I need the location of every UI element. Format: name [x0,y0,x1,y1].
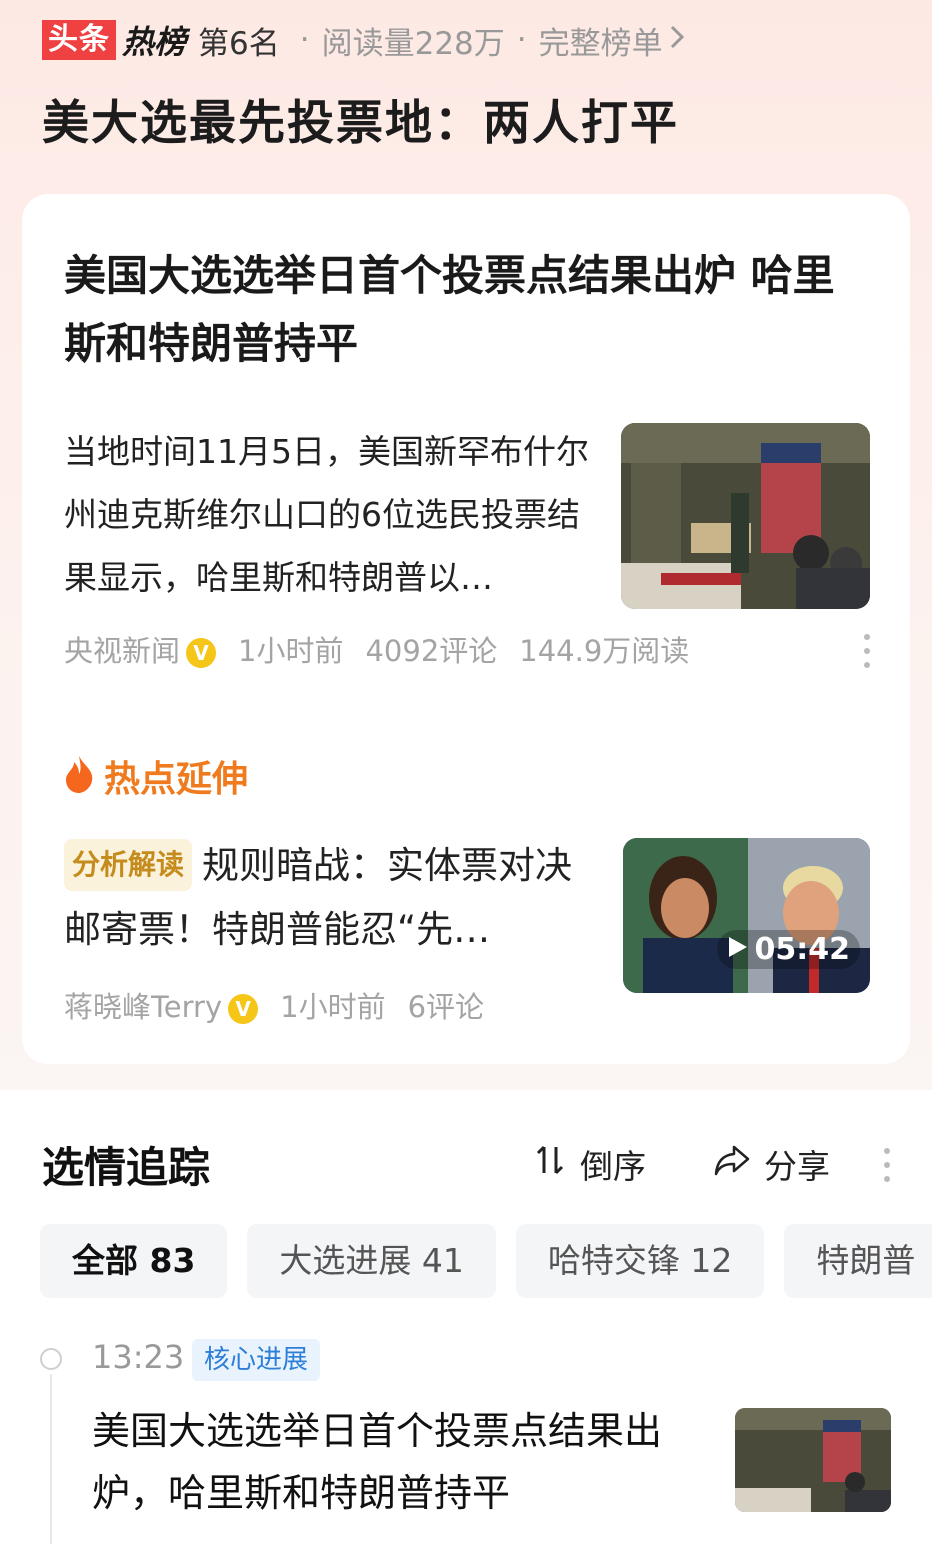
comment-count: 4092评论 [365,634,498,668]
verified-icon: V [228,994,259,1024]
separator-dot: · [299,22,310,58]
hot-rank-bar[interactable]: 头条 热榜 第6名 · 阅读量228万 · 完整榜单 [42,18,685,62]
hot-extension-label: 热点延伸 [104,759,249,800]
analysis-tag: 分析解读 [64,839,193,891]
separator-dot: · [516,22,527,58]
tracking-title: 选情追踪 [42,1143,211,1192]
share-icon [712,1143,752,1185]
extension-meta: 蒋晓峰Terry V 1小时前 6评论 [64,984,484,1026]
read-count: 阅读量228万 [321,25,505,62]
more-options-icon[interactable] [864,634,870,668]
timeline-line [50,1374,52,1544]
verified-icon: V [186,638,217,668]
rank-position: 第6名 [198,25,280,62]
author-name[interactable]: 蒋晓峰Terry V [64,984,259,1026]
tracking-actions: 倒序 分享 [522,1140,830,1188]
article-thumbnail[interactable] [621,423,870,609]
timeline-dot [40,1348,62,1370]
play-icon [727,932,749,967]
chip-all[interactable]: 全部 83 [40,1224,228,1298]
article-title[interactable]: 美国大选选举日首个投票点结果出炉 哈里斯和特朗普持平 [64,242,864,378]
hot-topic-title: 美大选最先投票地：两人打平 [42,96,679,151]
rank-meta: · 阅读量228万 · 完整榜单 [288,18,685,63]
hot-list-logo: 热榜 [122,23,187,61]
read-count: 144.9万阅读 [519,634,690,668]
chip-harris-trump[interactable]: 哈特交锋 12 [515,1224,765,1298]
extension-article[interactable]: 分析解读 规则暗战：实体票对决邮寄票！特朗普能忍“先… [64,834,594,962]
timeline-news-title[interactable]: 美国大选选举日首个投票点结果出炉，哈里斯和特朗普持平 [92,1400,712,1524]
chevron-right-icon [669,22,685,58]
publish-time: 1小时前 [280,990,386,1024]
video-duration: 05:42 [716,930,860,969]
core-progress-tag: 核心进展 [192,1339,321,1381]
toutiao-logo: 头条 [42,20,116,60]
tracking-more-icon[interactable] [884,1148,890,1182]
share-button[interactable]: 分享 [700,1140,830,1188]
flame-icon [62,754,96,798]
source-name[interactable]: 央视新闻 V [64,628,217,670]
tracking-filter-chips: 全部 83 大选进展 41 哈特交锋 12 特朗普 [40,1224,932,1298]
timeline-thumbnail[interactable] [735,1408,891,1512]
video-thumbnail[interactable]: 05:42 [623,838,870,993]
publish-time: 1小时前 [238,634,344,668]
chip-trump[interactable]: 特朗普 [784,1224,932,1298]
sort-button[interactable]: 倒序 [522,1140,646,1188]
timeline-time: 13:23 [92,1338,185,1376]
comment-count: 6评论 [407,990,485,1024]
chip-election-progress[interactable]: 大选进展 41 [247,1224,496,1298]
hot-topic-card: 美国大选选举日首个投票点结果出炉 哈里斯和特朗普持平 当地时间11月5日，美国新… [22,194,910,1064]
article-meta: 央视新闻 V 1小时前 4092评论 144.9万阅读 [64,628,689,670]
sort-icon [534,1143,568,1185]
article-summary[interactable]: 当地时间11月5日，美国新罕布什尔州迪克斯维尔山口的6位选民投票结果显示，哈里斯… [64,420,594,609]
full-list-link[interactable]: 完整榜单 [539,18,663,63]
hot-extension-header: 热点延伸 [62,750,248,802]
